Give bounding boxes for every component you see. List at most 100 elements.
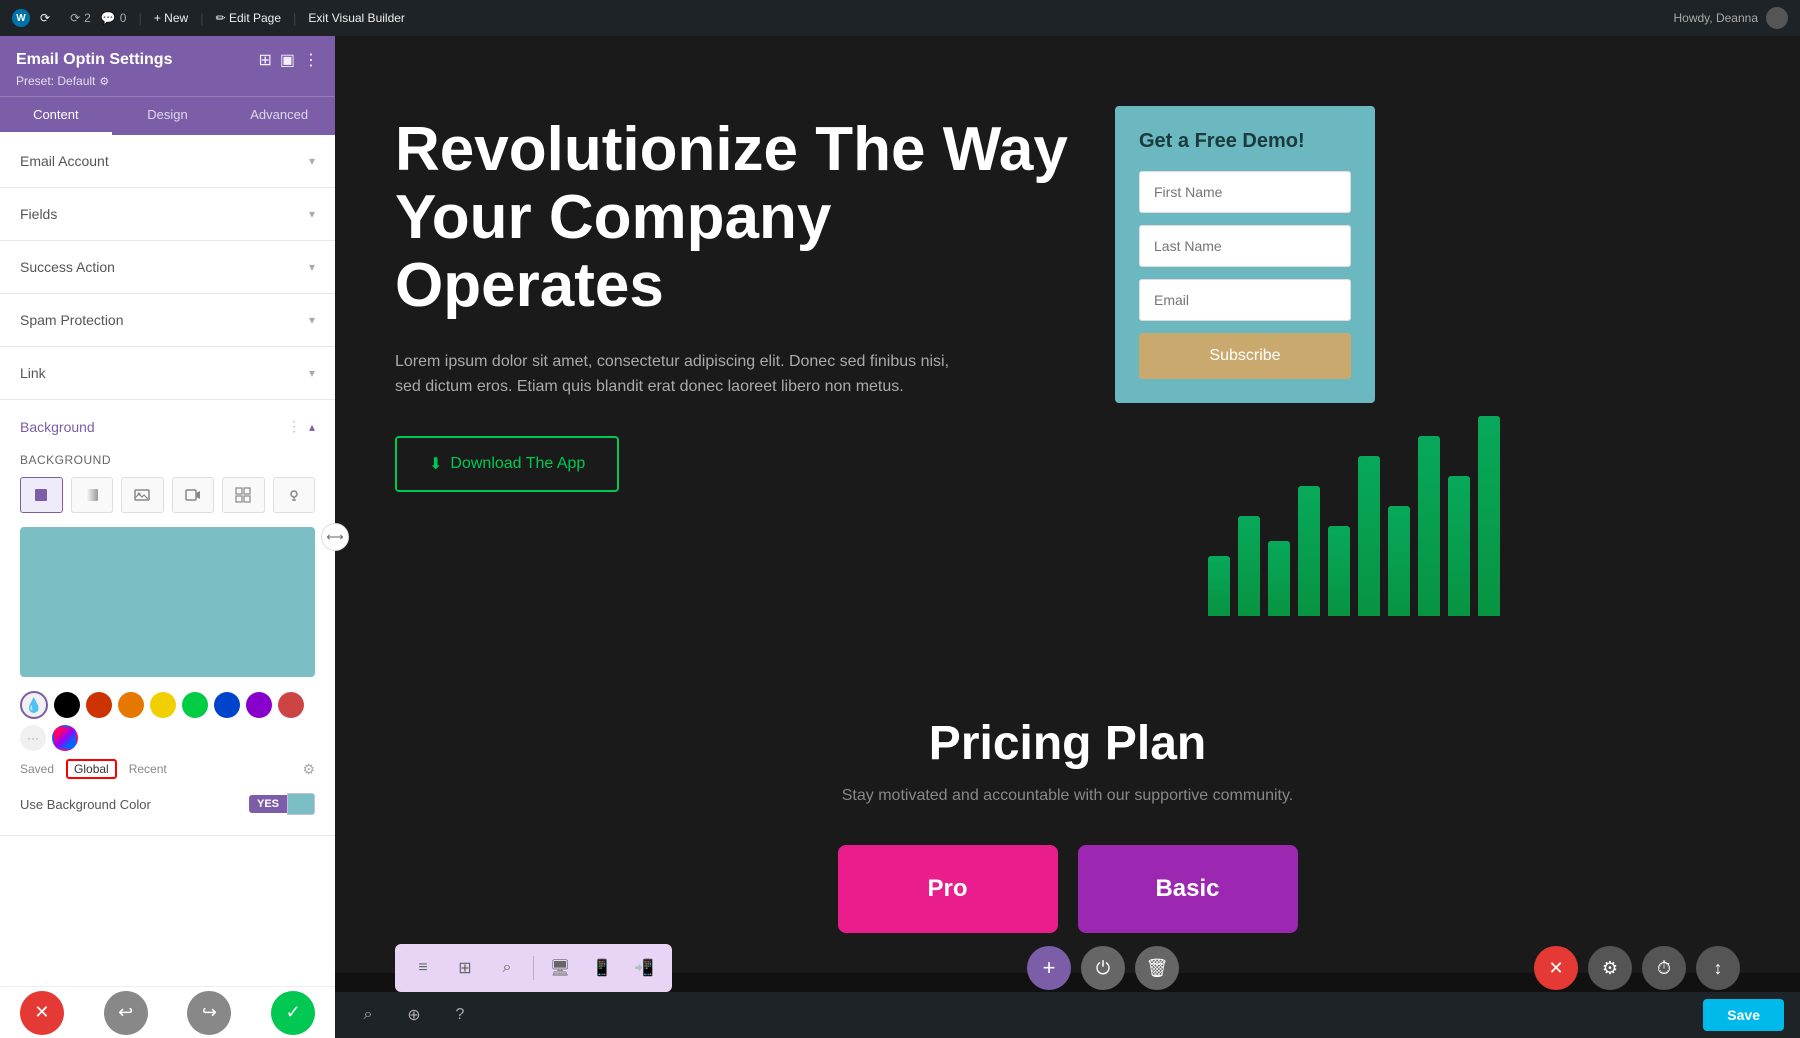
pricing-card-basic-title: Basic xyxy=(1098,875,1278,903)
bg-type-pattern[interactable] xyxy=(222,477,265,513)
toggle-color-box[interactable] xyxy=(287,793,315,815)
right-content: Revolutionize The Way Your Company Opera… xyxy=(335,36,1800,1038)
swatch-black[interactable] xyxy=(54,692,80,718)
color-preview-swatch[interactable] xyxy=(20,527,315,677)
toolbar-menu-icon[interactable]: ≡ xyxy=(405,950,441,986)
swatch-pink[interactable] xyxy=(278,692,304,718)
toolbar-search-icon[interactable]: ⌕ xyxy=(489,950,525,986)
tab-design[interactable]: Design xyxy=(112,97,224,135)
hero-chart xyxy=(1208,416,1500,616)
bg-type-map[interactable] xyxy=(273,477,316,513)
hero-cta-label: Download The App xyxy=(450,455,585,473)
bg-type-image[interactable] xyxy=(121,477,164,513)
toolbar-history-button[interactable]: ⏱ xyxy=(1642,946,1686,990)
accordion-header-fields[interactable]: Fields ▾ xyxy=(0,188,335,240)
email-input[interactable] xyxy=(1139,279,1351,321)
toolbar-add-button[interactable]: + xyxy=(1027,946,1071,990)
chevron-down-icon: ▾ xyxy=(309,154,315,168)
accordion-body: Email Account ▾ Fields ▾ Success Action … xyxy=(0,135,335,986)
accordion-header-background[interactable]: Background ⋮ ▴ xyxy=(0,400,335,453)
hero-cta-button[interactable]: ⬇ Download The App xyxy=(395,436,619,492)
chart-bar-10 xyxy=(1478,416,1500,616)
eyedropper-icon[interactable]: 💧 xyxy=(20,691,48,719)
preview-area: Revolutionize The Way Your Company Opera… xyxy=(335,36,1800,992)
toolbar-close-button[interactable]: ✕ xyxy=(1534,946,1578,990)
updates-counter[interactable]: ⟳ 2 xyxy=(70,11,91,25)
bg-type-video[interactable] xyxy=(172,477,215,513)
toolbar-mobile-icon[interactable]: 📲 xyxy=(626,950,662,986)
panel-icon-more[interactable]: ⋮ xyxy=(303,50,319,70)
panel-toggle-arrow[interactable]: ⟷ xyxy=(321,523,349,551)
color-tab-global[interactable]: Global xyxy=(66,759,117,779)
bottom-help-button[interactable]: ? xyxy=(443,998,477,1032)
color-tabs: Saved Global Recent ⚙ xyxy=(20,759,315,779)
accordion-header-email[interactable]: Email Account ▾ xyxy=(0,135,335,187)
accordion-email-account: Email Account ▾ xyxy=(0,135,335,188)
toolbar-desktop-icon[interactable]: 🖥 xyxy=(542,950,578,986)
accordion-header-spam[interactable]: Spam Protection ▾ xyxy=(0,294,335,346)
toolbar-settings-button[interactable]: ⚙ xyxy=(1588,946,1632,990)
tab-content[interactable]: Content xyxy=(0,97,112,135)
use-background-color-row: Use Background Color YES xyxy=(20,793,315,815)
toggle-yes-label[interactable]: YES xyxy=(249,795,287,813)
color-tab-saved[interactable]: Saved xyxy=(20,762,54,776)
save-button[interactable]: Save xyxy=(1703,999,1784,1031)
swatch-custom[interactable] xyxy=(52,725,78,751)
panel-close-button[interactable]: ✕ xyxy=(20,991,64,1035)
admin-bar-right: Howdy, Deanna xyxy=(1674,7,1789,29)
swatch-orange[interactable] xyxy=(118,692,144,718)
toolbar-grid-icon[interactable]: ⊞ xyxy=(447,950,483,986)
swatch-green[interactable] xyxy=(182,692,208,718)
last-name-input[interactable] xyxy=(1139,225,1351,267)
site-link[interactable]: ⟳ xyxy=(40,11,50,25)
section-options-icon[interactable]: ⋮ xyxy=(287,418,301,435)
toolbar-tablet-icon[interactable]: 📱 xyxy=(584,950,620,986)
chart-bar-2 xyxy=(1238,516,1260,616)
panel-title-icons: ⊞ ▣ ⋮ xyxy=(258,50,319,70)
admin-bar: W ⟳ ⟳ 2 💬 0 | + New | ✏ Edit Page | Exit… xyxy=(0,0,1800,36)
toolbar-arrange-button[interactable]: ↕ xyxy=(1696,946,1740,990)
panel-icon-grid[interactable]: ⊞ xyxy=(258,50,271,70)
pricing-card-basic: Basic xyxy=(1078,845,1298,933)
new-button[interactable]: + New xyxy=(154,11,188,25)
panel-redo-button[interactable]: ↪ xyxy=(187,991,231,1035)
hero-section: Revolutionize The Way Your Company Opera… xyxy=(335,36,1800,656)
swatch-red[interactable] xyxy=(86,692,112,718)
bg-section-label: Background xyxy=(20,453,315,467)
swatch-purple[interactable] xyxy=(246,692,272,718)
bg-type-solid[interactable] xyxy=(20,477,63,513)
first-name-input[interactable] xyxy=(1139,171,1351,213)
toolbar-power-button[interactable]: ⏻ xyxy=(1081,946,1125,990)
swatch-blue[interactable] xyxy=(214,692,240,718)
panel-icon-layout[interactable]: ▣ xyxy=(280,50,295,70)
comments-counter[interactable]: 💬 0 xyxy=(101,11,127,25)
panel-undo-button[interactable]: ↩ xyxy=(104,991,148,1035)
tab-advanced[interactable]: Advanced xyxy=(223,97,335,135)
form-card-title: Get a Free Demo! xyxy=(1139,130,1351,153)
swatch-yellow[interactable] xyxy=(150,692,176,718)
bottom-globe-button[interactable]: ⊕ xyxy=(397,998,431,1032)
accordion-header-link[interactable]: Link ▾ xyxy=(0,347,335,399)
chevron-down-icon: ▾ xyxy=(309,207,315,221)
bg-type-gradient[interactable] xyxy=(71,477,114,513)
toolbar-left: ≡ ⊞ ⌕ 🖥 📱 📲 xyxy=(395,944,672,992)
color-tab-recent[interactable]: Recent xyxy=(129,762,167,776)
use-bg-toggle[interactable]: YES xyxy=(249,793,315,815)
color-settings-icon[interactable]: ⚙ xyxy=(302,761,315,778)
panel-check-button[interactable]: ✓ xyxy=(271,991,315,1035)
bottom-search-button[interactable]: ⌕ xyxy=(351,998,385,1032)
accordion-header-success[interactable]: Success Action ▾ xyxy=(0,241,335,293)
hero-form-card: Get a Free Demo! Subscribe xyxy=(1115,106,1375,403)
chevron-down-icon: ▾ xyxy=(309,313,315,327)
panel-preset[interactable]: Preset: Default ⚙ xyxy=(16,74,319,88)
exit-builder-button[interactable]: Exit Visual Builder xyxy=(308,11,405,25)
accordion-link: Link ▾ xyxy=(0,347,335,400)
wp-logo-icon[interactable]: W xyxy=(12,9,30,27)
preset-gear-icon[interactable]: ⚙ xyxy=(99,75,109,88)
toolbar-trash-button[interactable]: 🗑 xyxy=(1135,946,1179,990)
subscribe-button[interactable]: Subscribe xyxy=(1139,333,1351,379)
edit-page-button[interactable]: ✏ Edit Page xyxy=(216,11,281,25)
more-swatches-icon[interactable]: ··· xyxy=(20,725,46,751)
bottom-nav: ⌕ ⊕ ? Save xyxy=(335,992,1800,1038)
panel-bottom: ✕ ↩ ↪ ✓ xyxy=(0,986,335,1038)
